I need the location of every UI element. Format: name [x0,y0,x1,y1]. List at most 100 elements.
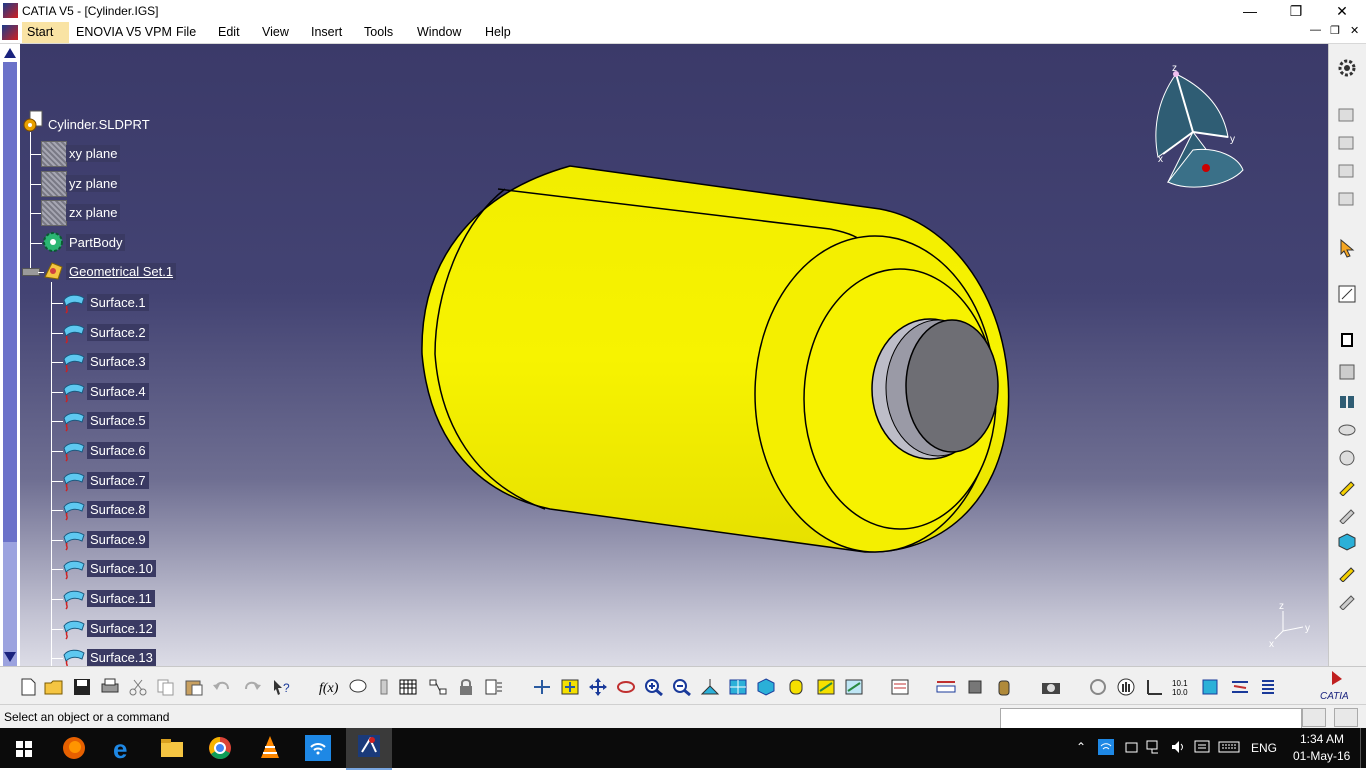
surface-icon[interactable] [62,351,85,373]
show-desktop-button[interactable] [1360,728,1361,768]
pencil-icon[interactable] [1337,476,1357,497]
plane-icon[interactable] [41,171,67,197]
doc-minimize-icon[interactable]: — [1310,24,1321,36]
tray-volume-icon[interactable] [1170,739,1186,758]
sweep-icon[interactable] [1337,392,1357,410]
tray-language[interactable]: ENG [1251,741,1277,755]
surface-icon[interactable] [62,588,85,610]
surface-icon[interactable] [62,470,85,492]
capture-camera-icon[interactable] [1040,678,1060,696]
tree-item-partbody[interactable]: PartBody [66,234,126,251]
wifi-settings-icon[interactable] [304,734,332,762]
tray-chevron-icon[interactable]: ⌃ [1076,740,1086,754]
constraint-icon[interactable] [1230,678,1250,696]
cube-icon[interactable] [1337,532,1357,551]
paste-icon[interactable] [184,678,204,696]
settings-gear-icon[interactable] [1337,58,1357,77]
extrude-icon[interactable] [1337,330,1357,348]
tree-item-surface[interactable]: Surface.10 [87,560,156,577]
surface-icon[interactable] [62,322,85,344]
vlc-icon[interactable] [256,734,284,762]
tree-item-surface[interactable]: Surface.7 [87,472,149,489]
document-icon[interactable] [2,25,18,40]
firefox-icon[interactable] [60,734,88,762]
scroll-down-icon[interactable] [4,652,16,662]
cylinder-model[interactable] [400,154,1020,574]
command-input[interactable] [1000,708,1302,729]
tree-item-zx-plane[interactable]: zx plane [66,204,121,221]
save-icon[interactable] [72,678,92,696]
new-file-icon[interactable] [18,678,38,696]
stack-view-icon[interactable] [1200,678,1220,696]
hide-show-icon[interactable] [816,678,836,696]
tree-item-surface[interactable]: Surface.8 [87,501,149,518]
menu-edit[interactable]: Edit [218,25,240,39]
tray-action-center-icon[interactable] [1194,739,1210,758]
surface-icon[interactable] [62,381,85,403]
menu-insert[interactable]: Insert [311,25,342,39]
tree-item-surface[interactable]: Surface.2 [87,324,149,341]
surface-icon[interactable] [62,529,85,551]
redo-icon[interactable] [242,678,262,696]
shading-icon[interactable] [786,678,806,696]
close-icon[interactable]: ✕ [1319,0,1365,22]
tree-item-surface[interactable]: Surface.13 [87,649,156,666]
comment-icon[interactable] [348,678,368,696]
edge-icon[interactable]: e [110,734,138,764]
tree-item-geometrical-set[interactable]: Geometrical Set.1 [66,263,177,280]
fit-all-icon[interactable] [560,678,580,696]
pan-icon[interactable] [588,678,608,696]
tree-item-surface[interactable]: Surface.5 [87,412,149,429]
pocket-tool-icon[interactable] [1337,162,1357,180]
tree-item-surface[interactable]: Surface.9 [87,531,149,548]
shell-icon[interactable] [1337,590,1357,611]
doc-restore-icon[interactable]: ❐ [1330,24,1340,37]
undo-icon[interactable] [212,678,232,696]
zoom-out-icon[interactable] [672,678,692,697]
3d-viewport[interactable]: Cylinder.SLDPRT xy plane yz plane zx pla… [20,44,1328,666]
surface-icon[interactable] [62,292,85,314]
normal-view-icon[interactable] [700,678,720,696]
command-button-2[interactable] [1334,708,1358,727]
menu-view[interactable]: View [262,25,289,39]
menu-file[interactable]: File [176,25,196,39]
catia-icon[interactable] [346,728,392,770]
tree-item-surface[interactable]: Surface.1 [87,294,149,311]
axis-system-icon[interactable] [1144,678,1164,696]
tree-item-surface[interactable]: Surface.11 [87,590,155,607]
compass-widget[interactable]: z y x [1148,62,1258,202]
knowledge-tree-icon[interactable] [428,678,448,696]
select-arrow-icon[interactable] [1337,238,1357,258]
sketcher-icon[interactable] [1337,284,1357,303]
catia-app-icon[interactable] [3,3,18,18]
tree-item-surface[interactable]: Surface.3 [87,353,149,370]
measure-between-icon[interactable] [936,678,956,696]
start-icon[interactable] [10,734,38,762]
menu-window[interactable]: Window [417,25,461,39]
manipulate-hand-icon[interactable] [1116,678,1136,696]
tray-time[interactable]: 1:34 AM [1300,732,1344,746]
part-root-icon[interactable] [22,110,43,132]
tree-item-surface[interactable]: Surface.6 [87,442,149,459]
doc-close-icon[interactable]: ✕ [1350,24,1359,37]
surface-icon[interactable] [62,410,85,432]
fill-icon[interactable] [1337,420,1357,438]
tree-item-yz-plane[interactable]: yz plane [66,175,121,192]
edge-fillet-icon[interactable] [1337,504,1357,525]
scroll-up-icon[interactable] [4,48,16,58]
units-icon[interactable]: 10.1 10.0 [1172,678,1192,697]
zoom-in-icon[interactable] [644,678,664,697]
iso-view-icon[interactable] [756,678,776,696]
shaft-tool-icon[interactable] [1337,190,1357,208]
whats-this-help-icon[interactable]: ? [272,678,292,696]
print-icon[interactable] [100,678,120,696]
table-grid-icon[interactable] [398,678,418,696]
tray-date[interactable]: 01-May-16 [1293,749,1350,763]
tool-palette-icon[interactable] [374,678,394,696]
formula-fx-icon[interactable]: f(x) [318,678,339,696]
menu-start[interactable]: Start [22,22,69,43]
tree-item-surface[interactable]: Surface.12 [87,620,156,637]
measure-inertia-icon[interactable] [994,678,1014,696]
open-folder-icon[interactable] [44,678,64,696]
file-explorer-icon[interactable] [158,734,186,762]
